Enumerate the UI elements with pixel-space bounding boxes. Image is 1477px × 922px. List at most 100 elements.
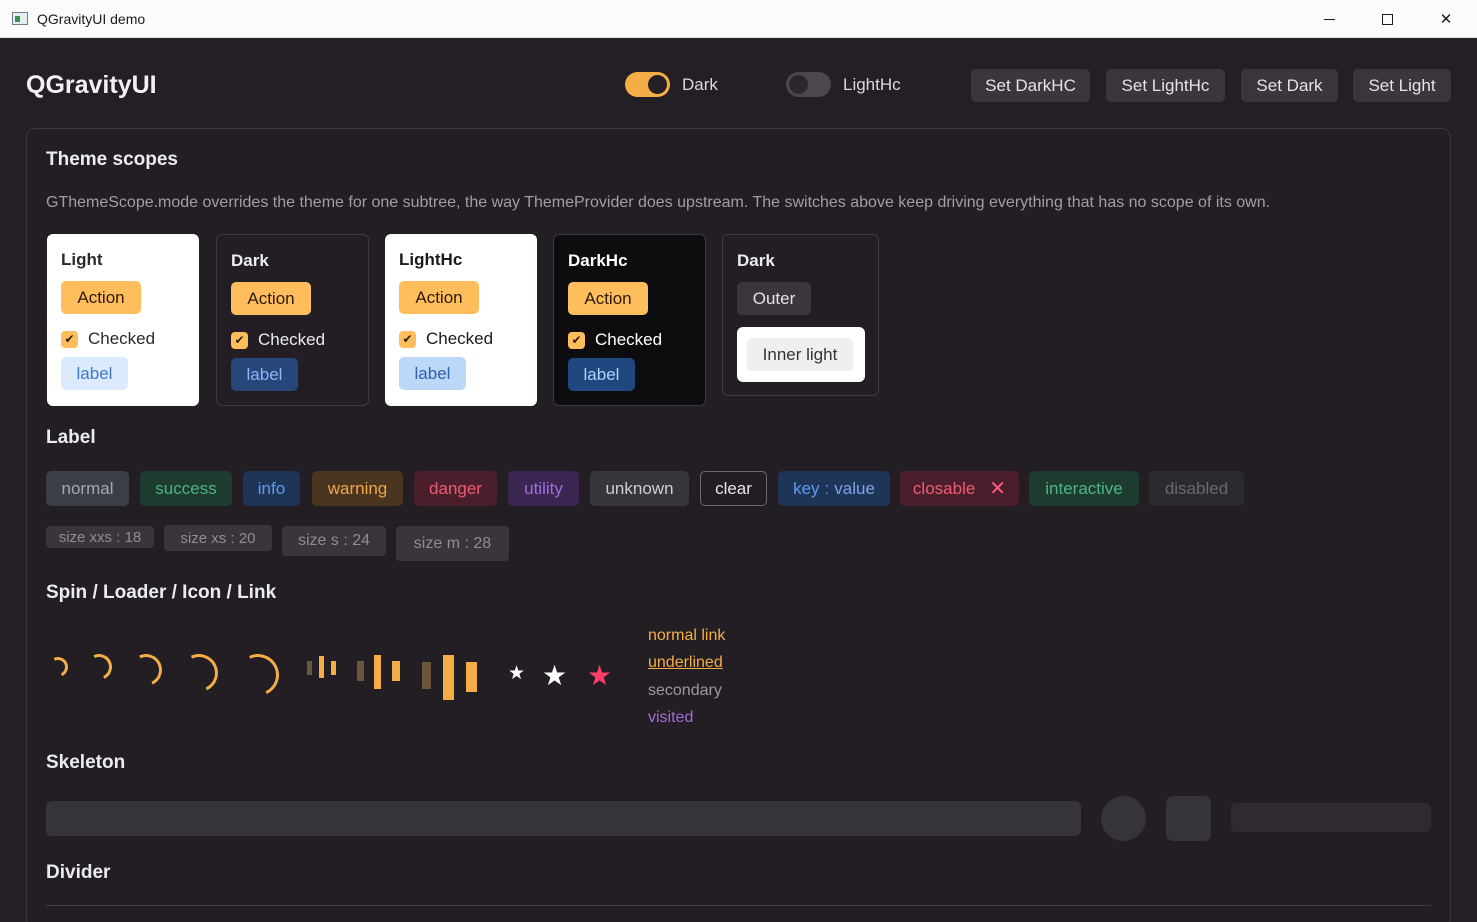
checkbox-check-icon: ✔: [61, 330, 78, 348]
label-key: key: [793, 478, 820, 498]
scope-darkhc: DarkHc Action ✔ Checked label: [553, 234, 706, 406]
skeleton-bar-wide: [46, 801, 1081, 836]
minimize-icon: [1323, 18, 1335, 20]
divider-line: [46, 905, 1431, 906]
action-button[interactable]: Action: [399, 281, 479, 314]
loader-m-bar: [374, 655, 381, 689]
label-warning: warning: [312, 471, 403, 506]
loader-s-bar: [319, 656, 324, 678]
loader-s-bar: [331, 661, 336, 675]
size-sep: :: [343, 532, 348, 549]
outer-button[interactable]: Outer: [737, 282, 811, 315]
scope-nested-dark: Dark Outer Inner light: [722, 234, 879, 396]
dark-toggle[interactable]: Dark: [625, 72, 718, 97]
scope-title: LightHc: [399, 250, 463, 269]
minimize-button[interactable]: [1300, 0, 1358, 38]
size-sep: :: [116, 528, 121, 546]
set-light-button[interactable]: Set Light: [1353, 69, 1451, 102]
label-value: value: [834, 478, 875, 498]
scope-lighthc: LightHc Action ✔ Checked label: [385, 234, 537, 406]
scope-dark: Dark Action ✔ Checked label: [216, 234, 369, 406]
normal-link[interactable]: normal link: [648, 627, 725, 645]
dark-toggle-knob: [648, 75, 667, 94]
label-unknown: unknown: [590, 471, 689, 506]
lighthc-toggle[interactable]: LightHc: [786, 72, 901, 97]
window-titlebar: QGravityUI demo ✕: [0, 0, 1477, 38]
dark-toggle-track[interactable]: [625, 72, 670, 97]
action-button[interactable]: Action: [568, 282, 648, 315]
spin-section-heading: Spin / Loader / Icon / Link: [46, 582, 277, 603]
app-title: QGravityUI: [26, 71, 157, 99]
checkbox-label: Checked: [88, 329, 156, 348]
spinner-m: [125, 649, 167, 691]
dark-toggle-label: Dark: [682, 74, 718, 94]
loader-s-bar: [307, 661, 312, 675]
label-interactive[interactable]: interactive: [1029, 471, 1139, 506]
close-icon: ✕: [1439, 11, 1453, 28]
checked-checkbox[interactable]: ✔ Checked: [568, 330, 662, 350]
inner-light-button[interactable]: Inner light: [747, 338, 853, 371]
label-disabled: disabled: [1149, 471, 1244, 506]
scope-label-badge: label: [399, 357, 466, 390]
checked-checkbox[interactable]: ✔ Checked: [399, 329, 493, 349]
divider-heading: Divider: [46, 862, 111, 883]
demo-card: Theme scopes GThemeScope.mode overrides …: [26, 128, 1451, 922]
label-utility: utility: [508, 471, 579, 506]
close-icon[interactable]: ✕: [989, 479, 1006, 499]
app-root: QGravityUI Dark LightHc Set DarkHC Set L…: [0, 38, 1477, 922]
spinner-s: [82, 650, 116, 684]
label-info: info: [243, 471, 300, 506]
scope-title: Light: [61, 250, 103, 269]
scope-light: Light Action ✔ Checked label: [47, 234, 199, 406]
checkbox-label: Checked: [426, 329, 494, 348]
label-size-xs: size xs : 20: [164, 525, 272, 551]
skeleton-square: [1166, 796, 1211, 841]
window-title: QGravityUI demo: [37, 11, 146, 27]
label-size-m: size m : 28: [396, 526, 509, 561]
checkbox-check-icon: ✔: [399, 330, 416, 348]
close-button[interactable]: ✕: [1417, 0, 1475, 38]
star-icon: ★: [542, 659, 568, 692]
label-clear: clear: [700, 471, 767, 506]
set-lighthc-button[interactable]: Set LightHc: [1106, 69, 1225, 102]
loader-m-bar: [357, 661, 364, 681]
skeleton-heading: Skeleton: [46, 752, 126, 773]
size-name: size m: [413, 534, 461, 552]
checkbox-label: Checked: [595, 330, 663, 349]
label-closable: closable ✕: [900, 471, 1019, 506]
action-button[interactable]: Action: [231, 282, 311, 315]
label-success: success: [140, 471, 232, 506]
spinner-xs: [45, 654, 71, 680]
set-dark-button[interactable]: Set Dark: [1241, 69, 1338, 102]
underlined-link[interactable]: underlined: [648, 654, 723, 672]
visited-link[interactable]: visited: [648, 709, 693, 727]
loader-l-bar: [466, 662, 477, 692]
label-heading: Label: [46, 427, 96, 448]
checked-checkbox[interactable]: ✔ Checked: [61, 329, 155, 349]
app-window-icon: [12, 12, 28, 25]
star-icon: ★: [587, 659, 613, 692]
loader-l-bar: [443, 655, 454, 700]
label-key-value: key : value: [778, 471, 890, 506]
label-normal: normal: [46, 471, 129, 506]
scope-title: Dark: [231, 251, 269, 270]
size-value: 20: [238, 529, 256, 547]
maximize-button[interactable]: [1358, 0, 1416, 38]
lighthc-toggle-track[interactable]: [786, 72, 831, 97]
size-name: size xs: [180, 529, 227, 547]
size-value: 18: [124, 528, 142, 546]
label-danger: danger: [414, 471, 497, 506]
skeleton-circle: [1101, 796, 1146, 841]
checked-checkbox[interactable]: ✔ Checked: [231, 330, 325, 350]
checkbox-label: Checked: [258, 330, 326, 349]
action-button[interactable]: Action: [61, 281, 141, 314]
checkbox-check-icon: ✔: [231, 331, 248, 349]
star-icon: ★: [508, 662, 526, 684]
label-size-xxs: size xxs : 18: [46, 526, 154, 548]
set-darkhc-button[interactable]: Set DarkHC: [971, 69, 1090, 102]
theme-scopes-description: GThemeScope.mode overrides the theme for…: [46, 194, 1271, 211]
secondary-link[interactable]: secondary: [648, 682, 722, 700]
maximize-icon: [1381, 13, 1393, 25]
theme-scopes-heading: Theme scopes: [46, 149, 178, 170]
label-size-s: size s : 24: [282, 526, 386, 556]
